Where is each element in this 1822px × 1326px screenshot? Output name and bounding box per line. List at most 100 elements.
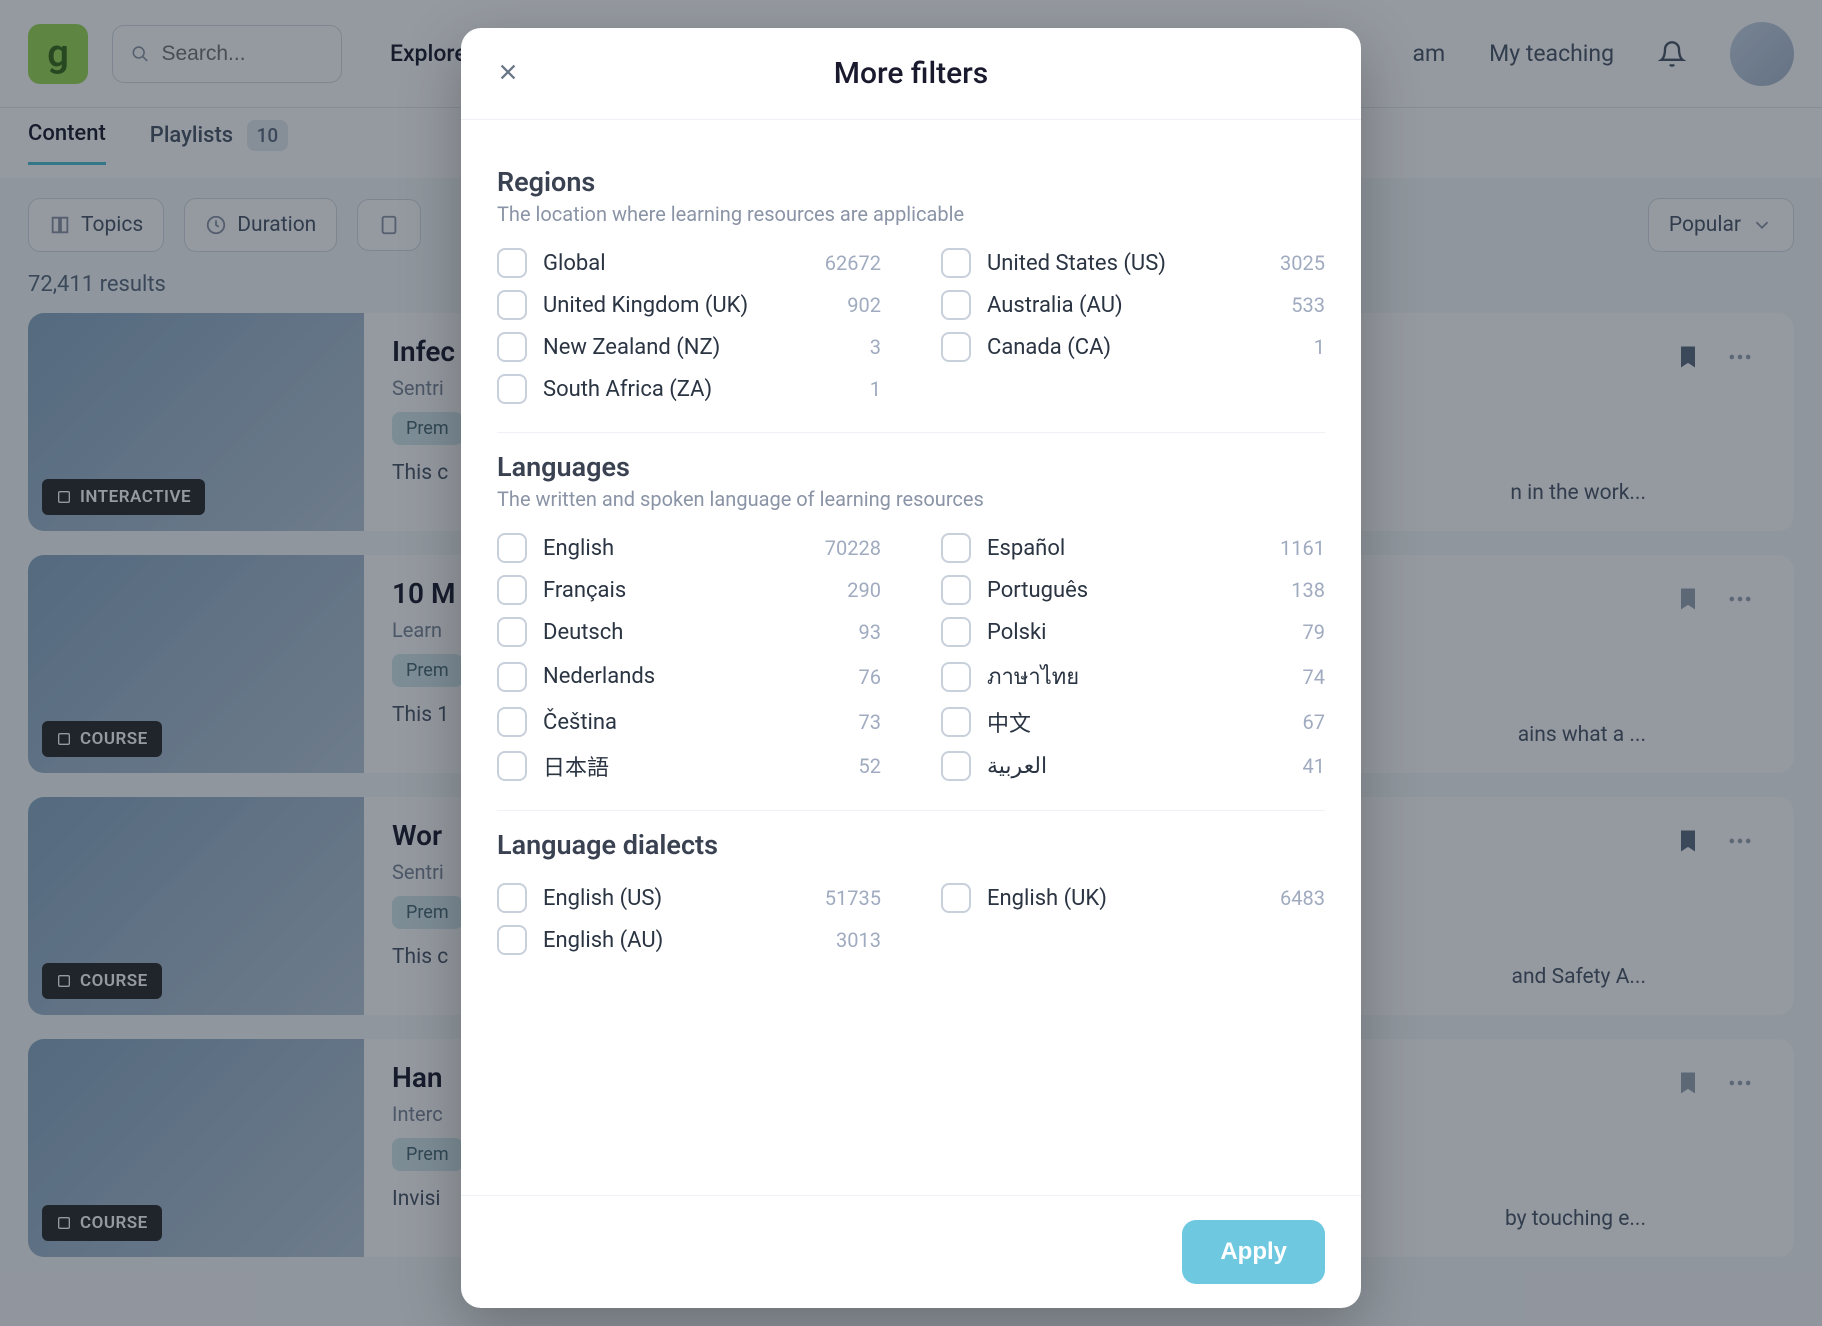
close-icon (497, 61, 519, 83)
option-label: Canada (CA) (987, 335, 1111, 360)
option-count: 1161 (1280, 536, 1325, 560)
checkbox[interactable] (497, 751, 527, 781)
checkbox[interactable] (941, 332, 971, 362)
option-count: 62672 (825, 251, 881, 275)
filter-option[interactable]: Français 290 (497, 575, 881, 605)
option-count: 70228 (825, 536, 881, 560)
filter-option[interactable]: Español 1161 (941, 533, 1325, 563)
option-count: 41 (1303, 754, 1325, 778)
filter-option[interactable]: Deutsch 93 (497, 617, 881, 647)
checkbox[interactable] (941, 248, 971, 278)
filter-option[interactable]: Português 138 (941, 575, 1325, 605)
option-count: 6483 (1280, 886, 1325, 910)
options-grid: Global 62672 United States (US) 3025 Uni… (497, 248, 1325, 404)
filter-section: Language dialects English (US) 51735 Eng… (497, 811, 1325, 983)
checkbox[interactable] (497, 248, 527, 278)
checkbox[interactable] (497, 374, 527, 404)
option-label: English (543, 536, 614, 561)
checkbox[interactable] (497, 575, 527, 605)
option-count: 3013 (836, 928, 881, 952)
option-label: Nederlands (543, 664, 655, 689)
filter-option[interactable]: English (US) 51735 (497, 883, 881, 913)
filter-option[interactable]: Nederlands 76 (497, 659, 881, 694)
option-label: Čeština (543, 710, 617, 735)
checkbox[interactable] (497, 883, 527, 913)
option-count: 1 (870, 377, 881, 401)
option-count: 73 (859, 710, 881, 734)
filter-section: Languages The written and spoken languag… (497, 433, 1325, 811)
section-subtitle: The written and spoken language of learn… (497, 487, 1325, 511)
option-label: Español (987, 536, 1065, 561)
filter-option[interactable]: United States (US) 3025 (941, 248, 1325, 278)
checkbox[interactable] (941, 883, 971, 913)
checkbox[interactable] (497, 290, 527, 320)
checkbox[interactable] (941, 662, 971, 692)
checkbox[interactable] (497, 332, 527, 362)
option-count: 533 (1291, 293, 1325, 317)
option-count: 51735 (825, 886, 881, 910)
modal-header: More filters (461, 28, 1361, 120)
filter-option[interactable]: English (UK) 6483 (941, 883, 1325, 913)
more-filters-modal: More filters Regions The location where … (461, 28, 1361, 1308)
filter-option[interactable]: Canada (CA) 1 (941, 332, 1325, 362)
checkbox[interactable] (941, 617, 971, 647)
option-count: 1 (1314, 335, 1325, 359)
option-label: 中文 (987, 706, 1031, 738)
checkbox[interactable] (941, 751, 971, 781)
filter-option[interactable]: Polski 79 (941, 617, 1325, 647)
filter-option[interactable]: English (AU) 3013 (497, 925, 881, 955)
option-count: 67 (1303, 710, 1325, 734)
option-count: 79 (1303, 620, 1325, 644)
section-title: Languages (497, 451, 1325, 483)
filter-option[interactable]: New Zealand (NZ) 3 (497, 332, 881, 362)
option-count: 52 (859, 754, 881, 778)
option-label: English (AU) (543, 928, 663, 953)
option-count: 74 (1303, 665, 1325, 689)
option-count: 3025 (1280, 251, 1325, 275)
filter-option[interactable]: English 70228 (497, 533, 881, 563)
modal-overlay[interactable]: More filters Regions The location where … (0, 0, 1822, 1326)
option-label: New Zealand (NZ) (543, 335, 720, 360)
option-label: English (US) (543, 886, 662, 911)
option-label: Deutsch (543, 620, 623, 645)
filter-option[interactable]: 日本語 52 (497, 750, 881, 782)
modal-close-button[interactable] (497, 58, 519, 90)
option-label: United Kingdom (UK) (543, 293, 748, 318)
filter-option[interactable]: ภาษาไทย 74 (941, 659, 1325, 694)
filter-option[interactable]: Global 62672 (497, 248, 881, 278)
section-title: Language dialects (497, 829, 1325, 861)
modal-title: More filters (834, 56, 988, 91)
checkbox[interactable] (497, 662, 527, 692)
filter-option[interactable]: 中文 67 (941, 706, 1325, 738)
checkbox[interactable] (941, 290, 971, 320)
option-count: 290 (847, 578, 881, 602)
checkbox[interactable] (941, 533, 971, 563)
option-label: Português (987, 578, 1088, 603)
option-label: ภาษาไทย (987, 659, 1079, 694)
apply-button[interactable]: Apply (1182, 1220, 1325, 1284)
filter-option[interactable]: Australia (AU) 533 (941, 290, 1325, 320)
options-grid: English (US) 51735 English (UK) 6483 Eng… (497, 883, 1325, 955)
modal-footer: Apply (461, 1195, 1361, 1308)
checkbox[interactable] (941, 707, 971, 737)
filter-option[interactable]: South Africa (ZA) 1 (497, 374, 881, 404)
option-label: العربية (987, 754, 1047, 779)
option-label: English (UK) (987, 886, 1107, 911)
modal-body[interactable]: Regions The location where learning reso… (461, 120, 1361, 1195)
section-title: Regions (497, 166, 1325, 198)
filter-section: Regions The location where learning reso… (497, 148, 1325, 433)
checkbox[interactable] (497, 925, 527, 955)
filter-option[interactable]: United Kingdom (UK) 902 (497, 290, 881, 320)
option-count: 76 (859, 665, 881, 689)
filter-option[interactable]: العربية 41 (941, 750, 1325, 782)
checkbox[interactable] (497, 533, 527, 563)
option-label: 日本語 (543, 750, 609, 782)
section-subtitle: The location where learning resources ar… (497, 202, 1325, 226)
checkbox[interactable] (497, 707, 527, 737)
checkbox[interactable] (941, 575, 971, 605)
option-count: 93 (859, 620, 881, 644)
checkbox[interactable] (497, 617, 527, 647)
filter-option[interactable]: Čeština 73 (497, 706, 881, 738)
option-count: 902 (847, 293, 881, 317)
option-label: Global (543, 251, 606, 276)
